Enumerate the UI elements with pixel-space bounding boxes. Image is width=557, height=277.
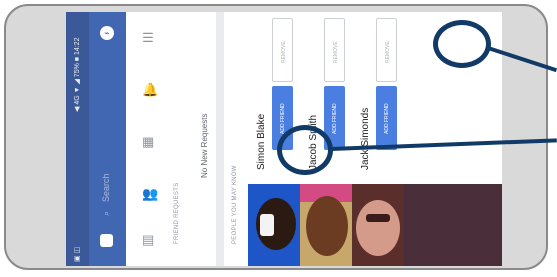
- messenger-icon[interactable]: ⌁: [100, 26, 114, 40]
- status-bar: ▣ ◫ ◀ 4G ▼ ◢ 75% ■ 14:22: [66, 12, 89, 266]
- tab-bar: ▤ 👥 ▦ 🔔 ☰: [126, 12, 171, 266]
- friend-requests-section: FRIEND REQUESTS No New Requests: [170, 12, 216, 266]
- partial-photo: [404, 184, 502, 266]
- remove-label: REMOVE: [333, 41, 339, 63]
- remove-label: REMOVE: [385, 41, 391, 63]
- person-name[interactable]: Jack Simonds: [360, 108, 371, 170]
- section-divider: [216, 12, 224, 266]
- status-left-icons: ▣ ◫: [74, 246, 81, 262]
- remove-button[interactable]: REMOVE: [272, 18, 293, 82]
- person-name[interactable]: Simon Blake: [256, 114, 267, 170]
- tab-feed-icon[interactable]: ▤: [142, 233, 154, 246]
- remove-label: REMOVE: [281, 41, 287, 63]
- remove-button[interactable]: REMOVE: [324, 18, 345, 82]
- friend-requests-header: FRIEND REQUESTS: [174, 182, 180, 244]
- search-icon[interactable]: ⌕: [101, 211, 112, 216]
- tab-marketplace-icon[interactable]: ▦: [142, 135, 154, 148]
- pymk-header-strip: PEOPLE YOU MAY KNOW: [224, 12, 249, 266]
- annotation-circle-add-friend: [277, 125, 333, 175]
- person-photo[interactable]: [248, 184, 300, 266]
- tab-notifications-icon[interactable]: 🔔: [142, 83, 158, 96]
- tab-menu-icon[interactable]: ☰: [142, 31, 154, 44]
- app-bar: ⌕ Search ⌁: [89, 12, 126, 266]
- remove-button[interactable]: REMOVE: [376, 18, 397, 82]
- add-friend-label: ADD FRIEND: [332, 103, 338, 134]
- add-friend-button[interactable]: ADD FRIEND: [376, 86, 397, 150]
- search-input[interactable]: Search: [101, 173, 111, 202]
- pymk-header: PEOPLE YOU MAY KNOW: [232, 165, 238, 244]
- annotation-circle-messenger: [433, 20, 491, 68]
- person-photo[interactable]: [352, 184, 404, 266]
- tab-friends-icon[interactable]: 👥: [142, 187, 158, 200]
- camera-icon[interactable]: [100, 234, 113, 247]
- person-photo[interactable]: [300, 184, 352, 266]
- add-friend-label: ADD FRIEND: [280, 103, 286, 134]
- add-friend-label: ADD FRIEND: [384, 103, 390, 134]
- status-indicators: ◀ 4G ▼ ◢ 75% ■ 14:22: [74, 37, 81, 112]
- no-requests-text: No New Requests: [200, 113, 209, 178]
